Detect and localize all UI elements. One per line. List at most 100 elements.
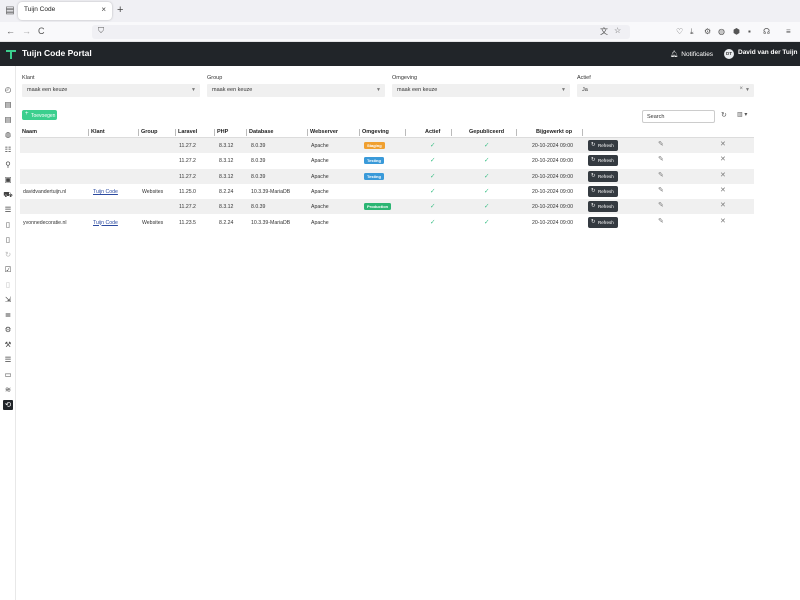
list-icon[interactable]: ☰ bbox=[3, 355, 13, 365]
table-row[interactable]: 11.27.2 8.3.12 8.0.39 Apache Staging ✓ ✓ 20-10-… bbox=[20, 138, 754, 154]
column-separator[interactable] bbox=[175, 129, 176, 136]
column-header-database[interactable]: Database bbox=[249, 129, 273, 135]
filter-select-klant[interactable]: maak een keuze ▼ bbox=[22, 84, 200, 97]
calendar-icon[interactable]: ▣ bbox=[3, 175, 13, 185]
cell-klant[interactable]: Tuijn Code bbox=[93, 189, 118, 195]
back-icon[interactable]: ← bbox=[6, 26, 15, 36]
delete-icon[interactable]: ✕ bbox=[720, 217, 726, 225]
edit-icon[interactable]: ✎ bbox=[658, 217, 664, 225]
user-menu[interactable]: David van der Tuijn bbox=[738, 49, 797, 56]
sync-icon[interactable]: ↻ bbox=[3, 250, 13, 260]
column-separator[interactable] bbox=[516, 129, 517, 136]
delete-icon[interactable]: ✕ bbox=[720, 140, 726, 148]
column-separator[interactable] bbox=[359, 129, 360, 136]
column-header-gepubliceerd[interactable]: Gepubliceerd bbox=[469, 129, 504, 135]
file-export-icon[interactable]: ⇲ bbox=[3, 295, 13, 305]
url-bar[interactable]: ⛉ 文 ☆ bbox=[92, 25, 630, 39]
repeat-icon[interactable]: ⟲ bbox=[3, 400, 13, 410]
file-icon[interactable]: ▯ bbox=[3, 220, 13, 230]
column-header-actief[interactable]: Actief bbox=[425, 129, 440, 135]
column-header-group[interactable]: Group bbox=[141, 129, 158, 135]
wrench-icon[interactable]: ⚒ bbox=[3, 340, 13, 350]
bookmark-star-icon[interactable]: ☆ bbox=[614, 26, 621, 35]
filter-select-omgeving[interactable]: maak een keuze ▼ bbox=[392, 84, 570, 97]
refresh-button[interactable]: ↻ Refresh bbox=[588, 201, 618, 213]
table-row[interactable]: 11.27.2 8.3.12 8.0.39 Apache Production ✓ ✓ 20-… bbox=[20, 199, 754, 215]
avatar[interactable]: DT bbox=[724, 49, 734, 59]
column-separator[interactable] bbox=[214, 129, 215, 136]
dashboard-icon[interactable]: ◴ bbox=[3, 85, 13, 95]
edit-icon[interactable]: ✎ bbox=[658, 186, 664, 194]
network-icon[interactable]: ⚲ bbox=[3, 160, 13, 170]
filter-select-group[interactable]: maak een keuze ▼ bbox=[207, 84, 385, 97]
column-header-webserver[interactable]: Webserver bbox=[310, 129, 338, 135]
refresh-button[interactable]: ↻ Refresh bbox=[588, 216, 618, 228]
refresh-button[interactable]: ↻ Refresh bbox=[588, 170, 618, 182]
tab-close-icon[interactable]: × bbox=[101, 5, 106, 14]
account-icon[interactable]: ☊ bbox=[763, 27, 770, 36]
refresh-button[interactable]: ↻ Refresh bbox=[588, 155, 618, 167]
cell-klant[interactable]: Tuijn Code bbox=[93, 220, 118, 226]
column-header-omgeving[interactable]: Omgeving bbox=[362, 129, 389, 135]
extension-icon[interactable]: ⚙ bbox=[704, 27, 711, 36]
globe-icon[interactable]: ◍ bbox=[3, 130, 13, 140]
edit-icon[interactable]: ✎ bbox=[658, 140, 664, 148]
column-header-php[interactable]: PHP bbox=[217, 129, 228, 135]
inbox-check-icon[interactable]: ☑ bbox=[3, 265, 13, 275]
download-icon[interactable]: ⤓ bbox=[690, 27, 694, 37]
browser-tab[interactable]: Tuijn Code × bbox=[18, 2, 112, 20]
file-icon[interactable]: ▯ bbox=[3, 280, 13, 290]
column-header-bijgewerkt[interactable]: Bijgewerkt op bbox=[536, 129, 572, 135]
notifications-button[interactable]: 🔔︎ Notificaties bbox=[670, 50, 713, 58]
wifi-icon[interactable]: ≋ bbox=[3, 385, 13, 395]
delete-icon[interactable]: ✕ bbox=[720, 186, 726, 194]
column-separator[interactable] bbox=[246, 129, 247, 136]
refresh-button[interactable]: ↻ Refresh bbox=[588, 185, 618, 197]
vpn-icon[interactable]: ◍ bbox=[718, 27, 725, 36]
window-icon[interactable]: ▭ bbox=[3, 370, 13, 380]
document-icon[interactable]: ▤ bbox=[3, 115, 13, 125]
column-separator[interactable] bbox=[582, 129, 583, 136]
reload-icon[interactable]: C bbox=[38, 26, 45, 36]
new-tab-button[interactable]: + bbox=[117, 4, 123, 16]
edit-icon[interactable]: ✎ bbox=[658, 201, 664, 209]
edit-icon[interactable]: ✎ bbox=[658, 171, 664, 179]
pocket-icon[interactable]: ♡ bbox=[676, 27, 683, 36]
stack-icon[interactable]: ≣ bbox=[3, 310, 13, 320]
forward-icon[interactable]: → bbox=[22, 26, 31, 36]
filter-select-actief[interactable]: Ja × ▼ bbox=[577, 84, 754, 97]
columns-toggle-icon[interactable]: ▥ ▾ bbox=[737, 111, 747, 118]
document-icon[interactable]: ▤ bbox=[3, 100, 13, 110]
clear-icon[interactable]: × bbox=[739, 86, 743, 92]
table-row[interactable]: 11.27.2 8.3.12 8.0.39 Apache Testing ✓ ✓ 20-10-… bbox=[20, 153, 754, 168]
table-row[interactable]: yvonnedecoratie.nl Tuijn Code Websites 11.2… bbox=[20, 215, 754, 230]
gear-icon[interactable]: ⚙ bbox=[3, 325, 13, 335]
translate-icon[interactable]: 文 bbox=[600, 26, 608, 37]
column-header-laravel[interactable]: Laravel bbox=[178, 129, 197, 135]
delete-icon[interactable]: ✕ bbox=[720, 201, 726, 209]
column-separator[interactable] bbox=[307, 129, 308, 136]
file-icon[interactable]: ▯ bbox=[3, 235, 13, 245]
refresh-button[interactable]: ↻ Refresh bbox=[588, 140, 618, 151]
column-separator[interactable] bbox=[138, 129, 139, 136]
reload-table-icon[interactable]: ↻ bbox=[721, 111, 727, 119]
column-separator[interactable] bbox=[88, 129, 89, 136]
add-button[interactable]: + Toevoegen bbox=[22, 110, 57, 120]
car-icon[interactable]: ⛟ bbox=[3, 190, 13, 200]
chat-icon[interactable]: ▪ bbox=[748, 27, 751, 36]
table-row[interactable]: davidvandertuijn.nl Tuijn Code Websites 11.… bbox=[20, 184, 754, 199]
users-icon[interactable]: ☷ bbox=[3, 145, 13, 155]
portal-title[interactable]: Tuijn Code Portal bbox=[22, 48, 92, 58]
list-icon[interactable]: ☰ bbox=[3, 205, 13, 215]
column-header-naam[interactable]: Naam bbox=[22, 129, 37, 135]
column-separator[interactable] bbox=[451, 129, 452, 136]
tab-overview-icon[interactable]: ▤ bbox=[4, 5, 16, 17]
delete-icon[interactable]: ✕ bbox=[720, 155, 726, 163]
delete-icon[interactable]: ✕ bbox=[720, 171, 726, 179]
shield-ext-icon[interactable]: ⬢ bbox=[733, 27, 740, 36]
column-header-klant[interactable]: Klant bbox=[91, 129, 105, 135]
column-separator[interactable] bbox=[405, 129, 406, 136]
menu-icon[interactable]: ≡ bbox=[786, 27, 791, 36]
edit-icon[interactable]: ✎ bbox=[658, 155, 664, 163]
table-row[interactable]: 11.27.2 8.3.12 8.0.39 Apache Testing ✓ ✓ 20-10-… bbox=[20, 168, 754, 184]
